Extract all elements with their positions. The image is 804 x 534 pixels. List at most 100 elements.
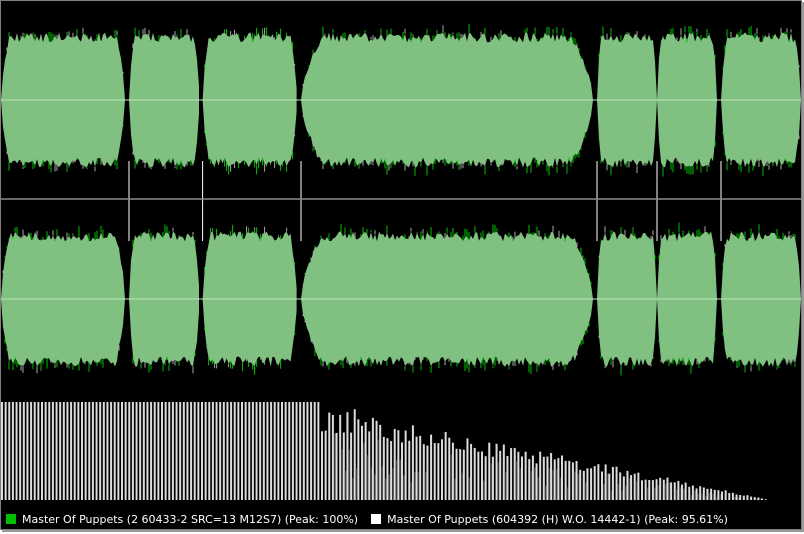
histogram-bar bbox=[62, 402, 65, 500]
histogram-bar bbox=[742, 495, 745, 500]
histogram-bar bbox=[124, 402, 127, 500]
histogram-bar bbox=[211, 402, 214, 500]
histogram-bar bbox=[26, 402, 29, 500]
histogram-bar bbox=[462, 449, 465, 500]
histogram-bar bbox=[1, 402, 3, 500]
histogram-bar bbox=[448, 437, 451, 500]
histogram-bar bbox=[419, 435, 422, 500]
histogram-bar bbox=[306, 402, 309, 500]
histogram-bar bbox=[350, 432, 353, 500]
histogram-bar bbox=[99, 402, 102, 500]
histogram-bar-shade bbox=[683, 488, 685, 500]
histogram-bar bbox=[691, 485, 694, 500]
histogram-bar bbox=[179, 402, 182, 500]
histogram-bar bbox=[575, 461, 578, 500]
histogram-bar bbox=[208, 402, 211, 500]
histogram-bar bbox=[564, 460, 567, 500]
histogram-bar bbox=[568, 460, 571, 500]
histogram-bar bbox=[291, 402, 294, 500]
histogram-bar bbox=[19, 402, 22, 500]
histogram-bar bbox=[477, 451, 480, 500]
histogram-bar bbox=[571, 462, 574, 500]
histogram-bar-shade bbox=[715, 496, 718, 500]
amplitude-histogram bbox=[1, 402, 769, 500]
histogram-bar bbox=[524, 451, 527, 500]
histogram-bar bbox=[215, 402, 218, 500]
histogram-bar bbox=[226, 402, 229, 500]
histogram-bar-shade bbox=[606, 473, 609, 500]
waveform-comparison-view: Master Of Puppets (2 60433-2 SRC=13 M12S… bbox=[0, 0, 802, 530]
histogram-bar bbox=[411, 425, 414, 500]
histogram-bar bbox=[251, 402, 254, 500]
histogram-bar bbox=[713, 489, 716, 500]
histogram-bar bbox=[699, 486, 702, 500]
histogram-bar bbox=[295, 402, 298, 500]
histogram-bar bbox=[750, 496, 753, 500]
histogram-bar bbox=[77, 402, 80, 500]
histogram-bar bbox=[121, 402, 123, 500]
histogram-bar-shade bbox=[646, 487, 649, 500]
histogram-bar bbox=[41, 402, 43, 500]
histogram-bar bbox=[542, 456, 545, 500]
histogram-bar bbox=[437, 443, 440, 500]
histogram-bar bbox=[346, 412, 349, 500]
histogram-bar bbox=[331, 414, 334, 500]
histogram-bar bbox=[164, 402, 167, 500]
histogram-bar bbox=[535, 463, 538, 500]
histogram-bar-shade bbox=[690, 495, 692, 500]
histogram-bar bbox=[753, 497, 756, 500]
histogram-bar bbox=[204, 402, 207, 500]
histogram-bar bbox=[364, 422, 367, 500]
histogram-bar bbox=[382, 436, 385, 500]
histogram-bar bbox=[84, 402, 87, 500]
histogram-bar bbox=[401, 442, 403, 500]
histogram-bar bbox=[368, 431, 371, 500]
histogram-bar bbox=[371, 417, 374, 500]
histogram-bar-shade bbox=[450, 454, 452, 500]
histogram-bar bbox=[70, 402, 73, 500]
histogram-bar bbox=[393, 429, 396, 500]
histogram-bar bbox=[506, 456, 509, 500]
histogram-bar bbox=[601, 471, 603, 500]
histogram-bar bbox=[153, 402, 156, 500]
histogram-bar bbox=[666, 477, 669, 500]
histogram-bar-shade bbox=[733, 497, 736, 500]
histogram-bar bbox=[379, 424, 382, 500]
histogram-bar bbox=[557, 458, 560, 500]
histogram-bar-shade bbox=[366, 455, 369, 500]
histogram-bar bbox=[735, 494, 738, 500]
histogram-bar-shade bbox=[621, 490, 623, 500]
histogram-bar bbox=[139, 402, 142, 500]
histogram-bar bbox=[553, 459, 556, 500]
histogram-bar bbox=[375, 420, 378, 500]
histogram-bar bbox=[455, 448, 458, 500]
legend-label-b: Master Of Puppets (604392 (H) W.O. 14442… bbox=[387, 512, 728, 526]
histogram-bar-shade bbox=[384, 478, 387, 500]
histogram-bar bbox=[175, 402, 178, 500]
histogram-bar-shade bbox=[755, 499, 758, 500]
histogram-bar bbox=[37, 402, 40, 500]
histogram-bar-shade bbox=[701, 493, 703, 500]
histogram-bar bbox=[681, 484, 683, 500]
histogram-bar bbox=[615, 466, 618, 500]
histogram-bar bbox=[404, 430, 407, 500]
histogram-bar bbox=[117, 402, 120, 500]
histogram-bar bbox=[106, 402, 109, 500]
histogram-bar bbox=[757, 497, 760, 500]
histogram-bar-shade bbox=[377, 439, 380, 500]
legend-label-a: Master Of Puppets (2 60433-2 SRC=13 M12S… bbox=[22, 512, 359, 526]
histogram-bar bbox=[328, 412, 331, 500]
histogram-bar-shade bbox=[704, 495, 707, 500]
histogram-bar bbox=[528, 459, 531, 500]
histogram-bar-shade bbox=[624, 485, 627, 500]
histogram-bar bbox=[717, 490, 720, 500]
histogram-bar bbox=[433, 443, 436, 500]
legend-item-a: Master Of Puppets (2 60433-2 SRC=13 M12S… bbox=[5, 513, 358, 526]
histogram-bar bbox=[262, 402, 265, 500]
histogram-bar-shade bbox=[657, 485, 660, 500]
histogram-bar bbox=[739, 495, 742, 500]
histogram-bar bbox=[502, 444, 505, 500]
histogram-bar bbox=[517, 451, 520, 500]
histogram-bar bbox=[222, 402, 225, 500]
histogram-bar bbox=[622, 476, 625, 500]
